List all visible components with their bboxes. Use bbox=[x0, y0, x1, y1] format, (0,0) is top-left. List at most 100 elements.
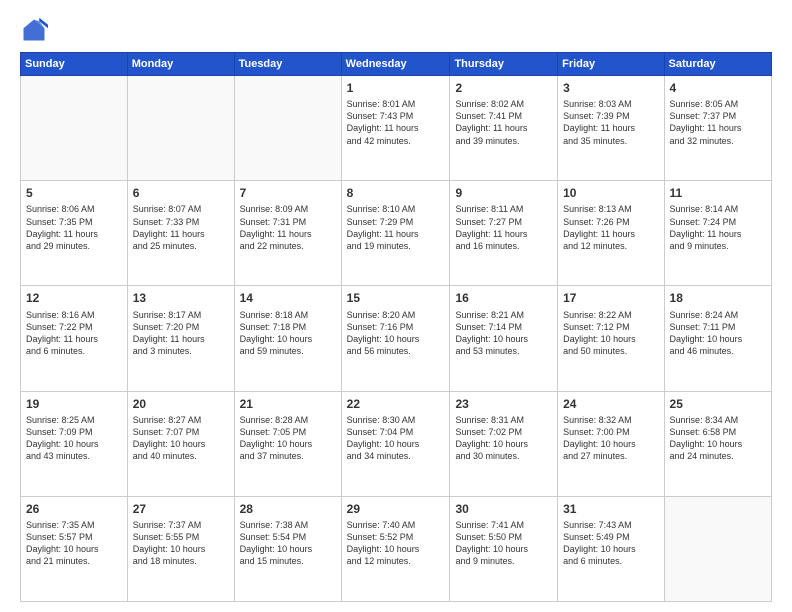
day-info: Sunrise: 8:16 AM Sunset: 7:22 PM Dayligh… bbox=[26, 309, 122, 358]
day-info: Sunrise: 7:38 AM Sunset: 5:54 PM Dayligh… bbox=[240, 519, 336, 568]
table-row: 9 Sunrise: 8:11 AM Sunset: 7:27 PM Daylig… bbox=[450, 181, 558, 286]
day-number: 10 bbox=[563, 185, 658, 201]
calendar-week-0: 1 Sunrise: 8:01 AM Sunset: 7:43 PM Daylig… bbox=[21, 76, 772, 181]
day-number: 6 bbox=[133, 185, 229, 201]
day-info: Sunrise: 8:18 AM Sunset: 7:18 PM Dayligh… bbox=[240, 309, 336, 358]
day-number: 4 bbox=[670, 80, 766, 96]
day-number: 12 bbox=[26, 290, 122, 306]
col-monday: Monday bbox=[127, 53, 234, 76]
table-row: 10 Sunrise: 8:13 AM Sunset: 7:26 PM Dayli… bbox=[558, 181, 664, 286]
header bbox=[20, 16, 772, 44]
table-row: 14 Sunrise: 8:18 AM Sunset: 7:18 PM Dayli… bbox=[234, 286, 341, 391]
table-row: 12 Sunrise: 8:16 AM Sunset: 7:22 PM Dayli… bbox=[21, 286, 128, 391]
day-info: Sunrise: 8:03 AM Sunset: 7:39 PM Dayligh… bbox=[563, 98, 658, 147]
day-number: 31 bbox=[563, 501, 658, 517]
day-info: Sunrise: 8:11 AM Sunset: 7:27 PM Dayligh… bbox=[455, 203, 552, 252]
calendar-week-2: 12 Sunrise: 8:16 AM Sunset: 7:22 PM Dayli… bbox=[21, 286, 772, 391]
table-row: 19 Sunrise: 8:25 AM Sunset: 7:09 PM Dayli… bbox=[21, 391, 128, 496]
day-info: Sunrise: 8:27 AM Sunset: 7:07 PM Dayligh… bbox=[133, 414, 229, 463]
table-row: 4 Sunrise: 8:05 AM Sunset: 7:37 PM Daylig… bbox=[664, 76, 771, 181]
logo-icon bbox=[20, 16, 48, 44]
table-row: 26 Sunrise: 7:35 AM Sunset: 5:57 PM Dayli… bbox=[21, 496, 128, 601]
day-info: Sunrise: 8:20 AM Sunset: 7:16 PM Dayligh… bbox=[347, 309, 445, 358]
day-info: Sunrise: 8:10 AM Sunset: 7:29 PM Dayligh… bbox=[347, 203, 445, 252]
day-info: Sunrise: 8:21 AM Sunset: 7:14 PM Dayligh… bbox=[455, 309, 552, 358]
table-row: 24 Sunrise: 8:32 AM Sunset: 7:00 PM Dayli… bbox=[558, 391, 664, 496]
day-info: Sunrise: 7:43 AM Sunset: 5:49 PM Dayligh… bbox=[563, 519, 658, 568]
day-number: 7 bbox=[240, 185, 336, 201]
table-row: 15 Sunrise: 8:20 AM Sunset: 7:16 PM Dayli… bbox=[341, 286, 450, 391]
col-friday: Friday bbox=[558, 53, 664, 76]
calendar-week-1: 5 Sunrise: 8:06 AM Sunset: 7:35 PM Daylig… bbox=[21, 181, 772, 286]
day-number: 21 bbox=[240, 396, 336, 412]
day-info: Sunrise: 7:37 AM Sunset: 5:55 PM Dayligh… bbox=[133, 519, 229, 568]
table-row: 23 Sunrise: 8:31 AM Sunset: 7:02 PM Dayli… bbox=[450, 391, 558, 496]
day-number: 14 bbox=[240, 290, 336, 306]
table-row: 13 Sunrise: 8:17 AM Sunset: 7:20 PM Dayli… bbox=[127, 286, 234, 391]
table-row: 18 Sunrise: 8:24 AM Sunset: 7:11 PM Dayli… bbox=[664, 286, 771, 391]
day-number: 24 bbox=[563, 396, 658, 412]
page: Sunday Monday Tuesday Wednesday Thursday… bbox=[0, 0, 792, 612]
table-row: 8 Sunrise: 8:10 AM Sunset: 7:29 PM Daylig… bbox=[341, 181, 450, 286]
table-row: 25 Sunrise: 8:34 AM Sunset: 6:58 PM Dayli… bbox=[664, 391, 771, 496]
calendar-week-3: 19 Sunrise: 8:25 AM Sunset: 7:09 PM Dayli… bbox=[21, 391, 772, 496]
table-row: 30 Sunrise: 7:41 AM Sunset: 5:50 PM Dayli… bbox=[450, 496, 558, 601]
table-row: 1 Sunrise: 8:01 AM Sunset: 7:43 PM Daylig… bbox=[341, 76, 450, 181]
day-number: 11 bbox=[670, 185, 766, 201]
day-number: 23 bbox=[455, 396, 552, 412]
day-number: 15 bbox=[347, 290, 445, 306]
day-number: 8 bbox=[347, 185, 445, 201]
day-info: Sunrise: 8:13 AM Sunset: 7:26 PM Dayligh… bbox=[563, 203, 658, 252]
day-info: Sunrise: 8:31 AM Sunset: 7:02 PM Dayligh… bbox=[455, 414, 552, 463]
day-number: 5 bbox=[26, 185, 122, 201]
table-row: 17 Sunrise: 8:22 AM Sunset: 7:12 PM Dayli… bbox=[558, 286, 664, 391]
day-number: 29 bbox=[347, 501, 445, 517]
day-number: 30 bbox=[455, 501, 552, 517]
day-number: 18 bbox=[670, 290, 766, 306]
day-info: Sunrise: 8:14 AM Sunset: 7:24 PM Dayligh… bbox=[670, 203, 766, 252]
day-number: 9 bbox=[455, 185, 552, 201]
day-number: 20 bbox=[133, 396, 229, 412]
day-info: Sunrise: 8:30 AM Sunset: 7:04 PM Dayligh… bbox=[347, 414, 445, 463]
day-number: 19 bbox=[26, 396, 122, 412]
table-row: 21Sunrise: 8:28 AM Sunset: 7:05 PM Dayli… bbox=[234, 391, 341, 496]
day-info: Sunrise: 8:05 AM Sunset: 7:37 PM Dayligh… bbox=[670, 98, 766, 147]
day-info: Sunrise: 8:24 AM Sunset: 7:11 PM Dayligh… bbox=[670, 309, 766, 358]
table-row: 27 Sunrise: 7:37 AM Sunset: 5:55 PM Dayli… bbox=[127, 496, 234, 601]
day-number: 28 bbox=[240, 501, 336, 517]
day-number: 13 bbox=[133, 290, 229, 306]
day-number: 2 bbox=[455, 80, 552, 96]
day-number: 25 bbox=[670, 396, 766, 412]
day-info: Sunrise: 8:22 AM Sunset: 7:12 PM Dayligh… bbox=[563, 309, 658, 358]
day-number: 3 bbox=[563, 80, 658, 96]
day-number: 17 bbox=[563, 290, 658, 306]
day-info: Sunrise: 8:32 AM Sunset: 7:00 PM Dayligh… bbox=[563, 414, 658, 463]
table-row: 3 Sunrise: 8:03 AM Sunset: 7:39 PM Daylig… bbox=[558, 76, 664, 181]
day-info: Sunrise: 8:17 AM Sunset: 7:20 PM Dayligh… bbox=[133, 309, 229, 358]
day-number: 1 bbox=[347, 80, 445, 96]
table-row: 31 Sunrise: 7:43 AM Sunset: 5:49 PM Dayli… bbox=[558, 496, 664, 601]
day-info: Sunrise: 8:34 AM Sunset: 6:58 PM Dayligh… bbox=[670, 414, 766, 463]
day-info: Sunrise: 8:09 AM Sunset: 7:31 PM Dayligh… bbox=[240, 203, 336, 252]
day-info: Sunrise: 8:25 AM Sunset: 7:09 PM Dayligh… bbox=[26, 414, 122, 463]
day-info: Sunrise: 7:35 AM Sunset: 5:57 PM Dayligh… bbox=[26, 519, 122, 568]
col-saturday: Saturday bbox=[664, 53, 771, 76]
day-info: Sunrise: 8:07 AM Sunset: 7:33 PM Dayligh… bbox=[133, 203, 229, 252]
table-row: 7 Sunrise: 8:09 AM Sunset: 7:31 PM Daylig… bbox=[234, 181, 341, 286]
table-row: 22 Sunrise: 8:30 AM Sunset: 7:04 PM Dayli… bbox=[341, 391, 450, 496]
calendar-body: 1 Sunrise: 8:01 AM Sunset: 7:43 PM Daylig… bbox=[21, 76, 772, 602]
day-info: Sunrise: 7:41 AM Sunset: 5:50 PM Dayligh… bbox=[455, 519, 552, 568]
day-number: 22 bbox=[347, 396, 445, 412]
day-info: Sunrise: 8:06 AM Sunset: 7:35 PM Dayligh… bbox=[26, 203, 122, 252]
logo bbox=[20, 16, 52, 44]
day-info: Sunrise: 8:01 AM Sunset: 7:43 PM Dayligh… bbox=[347, 98, 445, 147]
table-row: 5 Sunrise: 8:06 AM Sunset: 7:35 PM Daylig… bbox=[21, 181, 128, 286]
table-row bbox=[234, 76, 341, 181]
day-number: 26 bbox=[26, 501, 122, 517]
calendar-table: Sunday Monday Tuesday Wednesday Thursday… bbox=[20, 52, 772, 602]
table-row: 20 Sunrise: 8:27 AM Sunset: 7:07 PM Dayli… bbox=[127, 391, 234, 496]
day-number: 16 bbox=[455, 290, 552, 306]
col-sunday: Sunday bbox=[21, 53, 128, 76]
day-number: 27 bbox=[133, 501, 229, 517]
col-tuesday: Tuesday bbox=[234, 53, 341, 76]
